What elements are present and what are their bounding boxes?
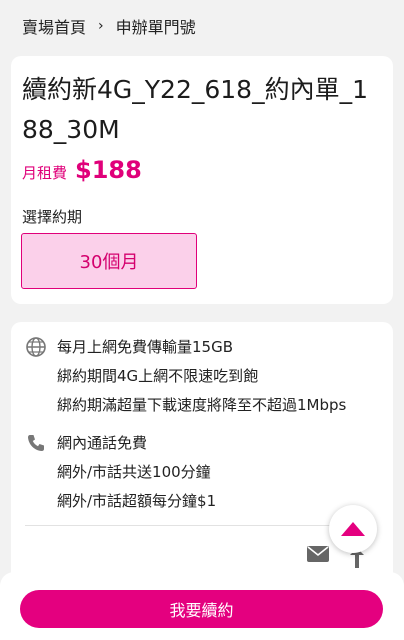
period-label: 選擇約期 [22,208,83,226]
bottom-action-bar: 我要續約 [0,572,404,640]
price-value: $188 [75,156,142,184]
voice-feature-2: 網外/市話共送100分鐘 [57,463,211,481]
plan-title: 續約新4G_Y22_618_約內單_188_30M [22,75,368,144]
price-label: 月租費 [22,164,68,182]
mail-icon[interactable] [307,546,329,562]
voice-feature-3: 網外/市話超額每分鐘$1 [57,492,217,510]
chevron-up-icon [341,522,365,536]
voice-feature-1: 網內通話免費 [57,434,148,452]
breadcrumb: 賣場首頁 › 申辦單門號 [0,0,404,52]
breadcrumb-home[interactable]: 賣場首頁 [22,14,86,38]
chevron-right-icon: › [98,18,104,34]
price-row: 月租費 $188 [22,156,142,184]
data-feature-3: 綁約期滿超量下載速度將降至不超過1Mbps [57,396,347,414]
breadcrumb-current: 申辦單門號 [115,18,196,37]
globe-icon [26,337,46,357]
scroll-top-button[interactable] [329,505,377,553]
features-card: 每月上網免費傳輸量15GB 綁約期間4G上網不限速吃到飽 綁約期滿超量下載速度將… [11,322,393,592]
phone-icon [28,435,44,451]
data-feature-2: 綁約期間4G上網不限速吃到飽 [57,367,259,385]
period-option-30-months[interactable]: 30個月 [21,233,197,289]
data-feature-1: 每月上網免費傳輸量15GB [57,338,234,356]
renew-button[interactable]: 我要續約 [20,590,383,628]
divider [25,525,375,526]
plan-card: 續約新4G_Y22_618_約內單_188_30M 月租費 $188 選擇約期 … [11,56,393,304]
